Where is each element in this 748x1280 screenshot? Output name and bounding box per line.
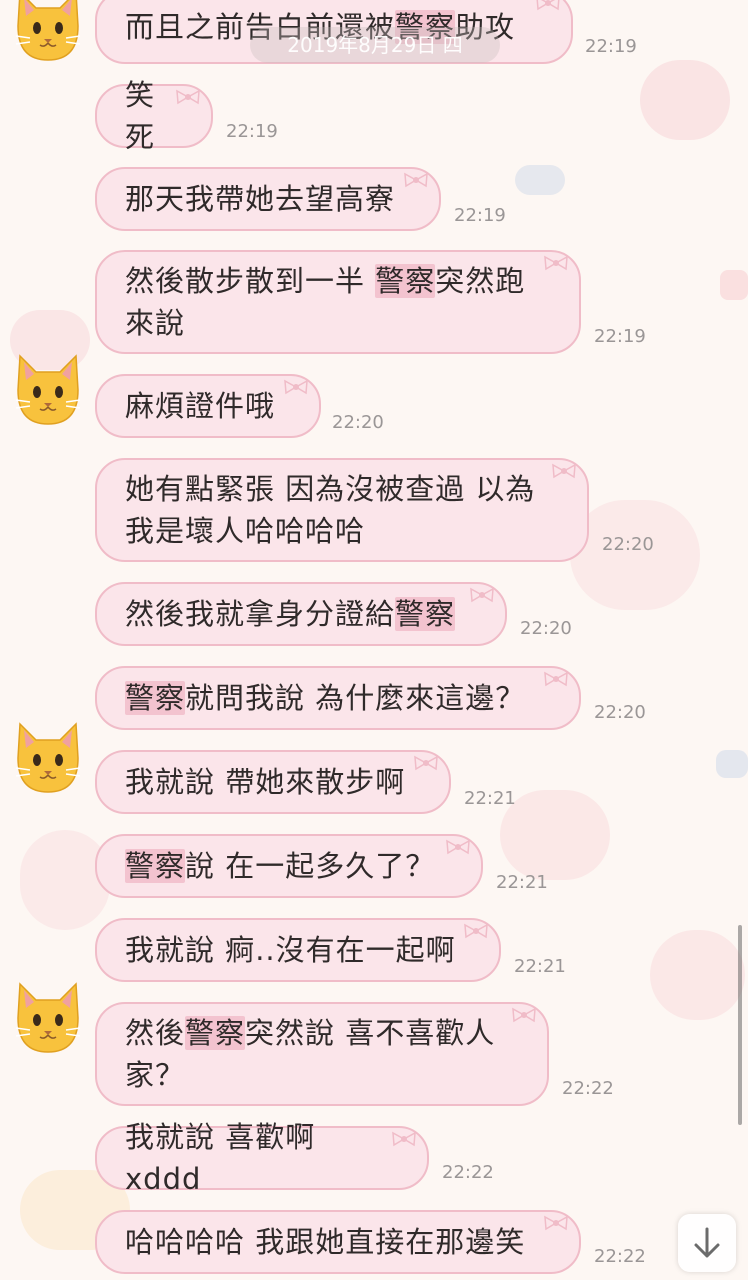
bow-decoration-icon bbox=[543, 244, 569, 271]
message-timestamp: 22:20 bbox=[594, 702, 646, 723]
message-timestamp: 22:19 bbox=[226, 121, 278, 142]
bow-decoration-icon bbox=[551, 452, 577, 479]
highlighted-term: 警察 bbox=[125, 849, 186, 883]
bow-decoration-icon bbox=[391, 1120, 417, 1147]
wallpaper-sticker bbox=[515, 165, 565, 195]
message-timestamp: 22:20 bbox=[602, 534, 654, 555]
message-timestamp: 22:22 bbox=[594, 1246, 646, 1267]
scrollbar[interactable] bbox=[738, 925, 742, 1125]
message-text: 警察說 在一起多久了？ bbox=[125, 849, 436, 883]
message-text: 然後警察突然說 喜不喜歡人 家？ bbox=[125, 1016, 496, 1092]
message-bubble[interactable]: 那天我帶她去望高寮 bbox=[95, 167, 441, 231]
message-timestamp: 22:21 bbox=[464, 788, 516, 809]
bow-decoration-icon bbox=[543, 660, 569, 687]
message-timestamp: 22:19 bbox=[585, 36, 637, 57]
message-timestamp: 22:21 bbox=[514, 956, 566, 977]
cat-avatar-icon[interactable] bbox=[12, 718, 84, 798]
wallpaper-sticker bbox=[500, 790, 610, 880]
message-bubble[interactable]: 笑死 bbox=[95, 78, 213, 154]
arrow-down-icon bbox=[694, 1227, 720, 1258]
message-bubble[interactable]: 然後我就拿身分證給警察 bbox=[95, 582, 507, 646]
message-text: 警察就問我說 為什麼來這邊？ bbox=[125, 681, 526, 715]
message-bubble[interactable]: 我就說 帶她來散步啊 bbox=[95, 750, 451, 814]
message-timestamp: 22:20 bbox=[520, 618, 572, 639]
bow-decoration-icon bbox=[175, 78, 201, 105]
bow-decoration-icon bbox=[511, 996, 537, 1023]
wallpaper-sticker bbox=[716, 750, 748, 778]
message-bubble[interactable]: 然後警察突然說 喜不喜歡人 家？ bbox=[95, 1002, 549, 1106]
message-bubble[interactable]: 然後散步散到一半 警察突然跑 來說 bbox=[95, 250, 581, 354]
message-text: 她有點緊張 因為沒被查過 以為 我是壞人哈哈哈哈 bbox=[125, 472, 536, 548]
highlighted-term: 警察 bbox=[125, 681, 186, 715]
bow-decoration-icon bbox=[445, 828, 471, 855]
cat-avatar-icon[interactable] bbox=[12, 0, 84, 66]
bow-decoration-icon bbox=[469, 576, 495, 603]
message-bubble[interactable]: 麻煩證件哦 bbox=[95, 374, 321, 438]
message-bubble[interactable]: 警察就問我說 為什麼來這邊？ bbox=[95, 666, 581, 730]
message-text: 我就說 喜歡啊 xddd bbox=[125, 1120, 316, 1196]
wallpaper-sticker bbox=[720, 270, 748, 300]
highlighted-term: 警察 bbox=[395, 597, 456, 631]
bow-decoration-icon bbox=[403, 161, 429, 188]
message-bubble[interactable]: 我就說 喜歡啊 xddd bbox=[95, 1120, 429, 1196]
message-text: 我就說 痾..沒有在一起啊 bbox=[125, 933, 456, 967]
message-timestamp: 22:22 bbox=[442, 1162, 494, 1183]
wallpaper-sticker bbox=[650, 930, 745, 1020]
message-bubble[interactable]: 我就說 痾..沒有在一起啊 bbox=[95, 918, 501, 982]
message-timestamp: 22:19 bbox=[454, 205, 506, 226]
message-text: 然後散步散到一半 警察突然跑 來說 bbox=[125, 264, 526, 340]
message-text: 麻煩證件哦 bbox=[125, 389, 276, 423]
wallpaper-sticker bbox=[570, 500, 700, 610]
wallpaper-sticker bbox=[20, 830, 110, 930]
message-text: 我就說 帶她來散步啊 bbox=[125, 765, 406, 799]
message-bubble[interactable]: 哈哈哈哈 我跟她直接在那邊笑 bbox=[95, 1210, 581, 1274]
wallpaper-sticker bbox=[640, 60, 730, 140]
message-timestamp: 22:19 bbox=[594, 326, 646, 347]
highlighted-term: 警察 bbox=[375, 264, 436, 298]
message-bubble[interactable]: 她有點緊張 因為沒被查過 以為 我是壞人哈哈哈哈 bbox=[95, 458, 589, 562]
message-bubble[interactable]: 警察說 在一起多久了？ bbox=[95, 834, 483, 898]
bow-decoration-icon bbox=[463, 912, 489, 939]
message-timestamp: 22:20 bbox=[332, 412, 384, 433]
message-text: 然後我就拿身分證給警察 bbox=[125, 597, 456, 631]
message-timestamp: 22:21 bbox=[496, 872, 548, 893]
highlighted-term: 警察 bbox=[185, 1016, 246, 1050]
bow-decoration-icon bbox=[543, 1204, 569, 1231]
scroll-to-bottom-button[interactable] bbox=[678, 1214, 736, 1272]
bow-decoration-icon bbox=[283, 368, 309, 395]
message-text: 哈哈哈哈 我跟她直接在那邊笑 bbox=[125, 1225, 526, 1259]
date-separator: 2019年8月29日 四 bbox=[250, 27, 500, 63]
bow-decoration-icon bbox=[413, 744, 439, 771]
message-timestamp: 22:22 bbox=[562, 1078, 614, 1099]
cat-avatar-icon[interactable] bbox=[12, 978, 84, 1058]
cat-avatar-icon[interactable] bbox=[12, 350, 84, 430]
message-text: 那天我帶她去望高寮 bbox=[125, 182, 396, 216]
